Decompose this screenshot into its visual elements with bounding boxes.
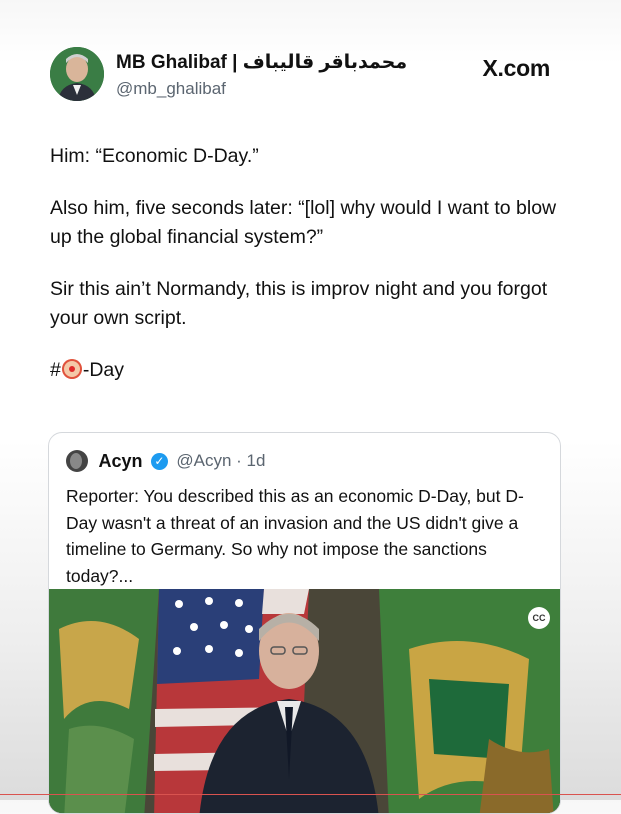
tweet-paragraph: Him: “Economic D-Day.” [50,145,259,167]
quoted-author-handle[interactable]: @Acyn · 1d [176,451,265,470]
author-name[interactable]: MB Ghalibaf | محمدباقر قالیباف [116,51,407,74]
tweet-paragraph: Also him, five seconds later: “[lol] why… [50,197,557,248]
quoted-text: Reporter: You described this as an econo… [66,486,524,586]
hashtag-prefix: # [50,359,61,381]
hashtag-suffix: -Day [82,359,125,381]
tweet-header: MB Ghalibaf | محمدباقر قالیباف @mb_ghali… [50,47,560,107]
quoted-header: Acyn ✓ @Acyn · 1d [66,450,265,474]
quoted-author-name[interactable]: Acyn [98,451,142,471]
tweet-card: MB Ghalibaf | محمدباقر قالیباف @mb_ghali… [0,0,621,814]
quoted-tweet[interactable]: Acyn ✓ @Acyn · 1d Reporter: You describe… [48,432,561,814]
avatar-portrait-icon [50,47,104,101]
quoted-video[interactable]: CC [49,589,560,813]
video-frame-image [49,589,560,813]
quoted-avatar[interactable] [66,450,88,472]
clown-face-icon [61,359,82,379]
divider-line [0,794,621,795]
author-handle[interactable]: @mb_ghalibaf [116,79,226,99]
author-avatar[interactable] [50,47,104,101]
tweet-body: Him: “Economic D-Day.” Also him, five se… [50,142,570,408]
x-logo: X.com [482,55,550,81]
verified-badge-icon: ✓ [150,452,168,470]
tweet-hashtag[interactable]: # -Day [50,356,570,385]
tweet-paragraph: Sir this ain’t Normandy, this is improv … [50,278,548,329]
closed-captions-icon[interactable]: CC [528,607,550,629]
